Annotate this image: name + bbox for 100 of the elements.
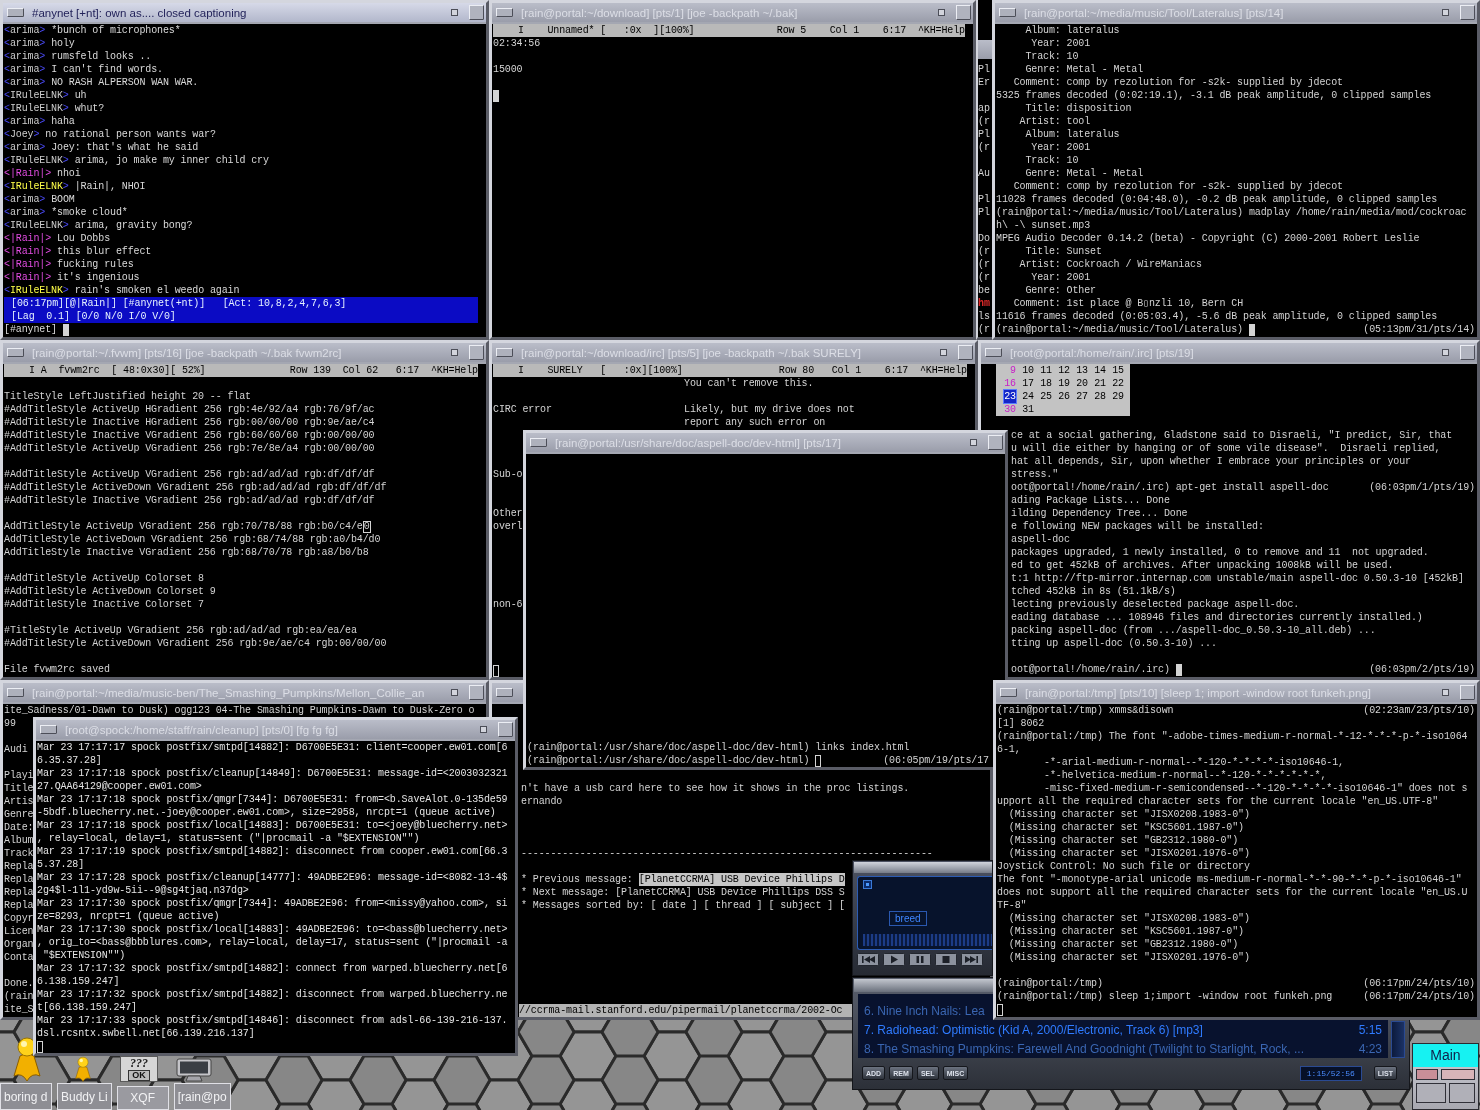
calendar-day[interactable]: 10 — [1022, 364, 1034, 377]
window-menu-icon[interactable] — [530, 438, 547, 447]
calendar-day[interactable]: 24 — [1022, 390, 1034, 403]
playlist-scrollbar[interactable] — [1391, 1021, 1405, 1058]
minimize-icon[interactable] — [940, 349, 947, 356]
terminal-line: #AddTitleStyle ActiveDown Colorset 9 — [4, 585, 216, 598]
message-link[interactable]: [ date ] — [650, 899, 698, 912]
calendar-day[interactable]: 15 — [1112, 364, 1124, 377]
prompt-timestamp: (06:05pm/19/pts/17 — [883, 754, 990, 767]
calendar-day[interactable]: 19 — [1058, 377, 1070, 390]
chat-message: <IRuleELNK> arima, gravity bong? — [4, 219, 193, 232]
calendar-day[interactable]: 11 — [1040, 364, 1052, 377]
indicator-icon — [863, 880, 872, 889]
minimize-icon[interactable] — [1442, 349, 1449, 356]
calendar-day[interactable]: 28 — [1094, 390, 1106, 403]
window-menu-icon[interactable] — [999, 8, 1016, 17]
person-icon[interactable] — [72, 1056, 94, 1082]
desk-thumbnail[interactable] — [1413, 1067, 1478, 1109]
maximize-icon[interactable] — [956, 5, 971, 20]
minimize-icon[interactable] — [451, 9, 458, 16]
window-menu-icon[interactable] — [7, 348, 24, 357]
terminal-line: (r — [978, 323, 990, 336]
terminal-line: The font "-monotype-arial unicode ms-medium-r-normal-*-*-90-*-*-p-*-iso10646-1" — [997, 873, 1462, 886]
calendar-day[interactable]: 26 — [1058, 390, 1070, 403]
message-link[interactable]: [ thread ] — [703, 899, 763, 912]
window-menu-icon[interactable] — [7, 688, 24, 697]
maximize-icon[interactable] — [469, 685, 484, 700]
terminal-line: Mar 23 17:17:30 spock postfix/qmgr[7344]: 49ADBE2E96: from=<missy@yahoo.com>, si — [37, 897, 508, 910]
maximize-icon[interactable] — [1460, 5, 1475, 20]
player-titlebar[interactable] — [854, 862, 992, 873]
previous-icon[interactable] — [857, 953, 879, 966]
maximize-icon[interactable] — [958, 345, 973, 360]
maximize-icon[interactable] — [469, 345, 484, 360]
minimize-icon[interactable] — [451, 349, 458, 356]
status-text: I A fvwm2rc [ 48:0x30][ 52%] — [29, 364, 206, 377]
title-bar[interactable]: #anynet [+nt]: own as.... closed captioning — [3, 3, 486, 22]
chat-message: <arima> holy — [4, 37, 75, 50]
terminal-line: ls — [978, 310, 990, 323]
maximize-icon[interactable] — [988, 435, 1003, 450]
calendar-day[interactable]: 31 — [1022, 403, 1034, 416]
terminal-line: #AddTitleStyle ActiveUp HGradient 256 rgb:4e/92/a4 rgb:76/9f/ac — [4, 403, 375, 416]
window-menu-icon[interactable] — [496, 8, 513, 17]
window-menu-icon[interactable] — [496, 688, 513, 697]
terminal-line: AddTitleStyle ActiveUp VGradient 256 rgb:70/78/88 rgb:b0/c4/e — [4, 520, 363, 533]
track-duration: 5:15 — [1358, 1022, 1382, 1037]
next-icon[interactable] — [961, 953, 983, 966]
calendar-day[interactable]: 29 — [1112, 390, 1124, 403]
monitor-icon[interactable] — [176, 1058, 212, 1082]
chat-message: <|Rain|> it's ingenious — [4, 271, 140, 284]
calendar-day[interactable]: 20 — [1076, 377, 1088, 390]
message-link[interactable]: [ — [839, 899, 845, 912]
window-menu-icon[interactable] — [496, 348, 513, 357]
terminal-line: , orig_to=<bass@bbblures.com>, relay=local, delay=17, status=sent ("|procmail -a — [37, 936, 508, 949]
terminal-line: Sub-o — [493, 468, 523, 481]
terminal-line: (rain@portal:/usr/share/doc/aspell-doc/dev-html) — [527, 754, 810, 767]
maximize-icon[interactable] — [1460, 685, 1475, 700]
terminal-line: Au — [978, 167, 990, 180]
maximize-icon[interactable] — [498, 722, 513, 737]
chat-message: <Joey> no rational person wants war? — [4, 128, 216, 141]
calendar-day[interactable]: 17 — [1022, 377, 1034, 390]
window-menu-icon[interactable] — [40, 725, 57, 734]
terminal-line: (r — [978, 141, 990, 154]
calendar-day[interactable]: 22 — [1112, 377, 1124, 390]
desk-label[interactable]: Main — [1413, 1044, 1478, 1067]
calendar-day[interactable]: 27 — [1076, 390, 1088, 403]
terminal-line: (rain@portal:/tmp) sleep 1;import -window root funkeh.png — [997, 990, 1333, 1003]
message-link[interactable]: [PlanetCCRMA] USB Device Phillips DSS S — [615, 886, 845, 899]
minimize-icon[interactable] — [1442, 9, 1449, 16]
calendar-day[interactable]: 14 — [1094, 364, 1106, 377]
terminal-line: (rain@portal:/usr/share/doc/aspell-doc/dev-html) links index.html — [527, 741, 910, 754]
calendar-day[interactable]: 12 — [1058, 364, 1070, 377]
message-link[interactable]: [ subject ] — [768, 899, 834, 912]
window-menu-icon[interactable] — [985, 348, 1002, 357]
terminal-line: 11616 frames decoded (0:05:03.4), -5.6 dB peak amplitude, 0 clipped samples — [996, 310, 1438, 323]
terminal-line: (Missing character set "GB2312.1980-0") — [1007, 938, 1239, 951]
message-link[interactable]: [PlanetCCRMA] USB Device Phillips D — [638, 873, 845, 886]
terminal-line: Er — [978, 76, 990, 89]
terminal-line: Title — [4, 782, 34, 795]
person-icon[interactable] — [12, 1036, 42, 1082]
window-menu-icon[interactable] — [1000, 688, 1017, 697]
calendar-day[interactable]: 18 — [1040, 377, 1052, 390]
playlist-track[interactable]: 7. Radiohead: Optimistic (Kid A, 2000/Electronic, Track 6) [mp3] — [864, 1022, 1203, 1037]
maximize-icon[interactable] — [1460, 345, 1475, 360]
terminal-line: h\ -\ sunset.mp3 — [996, 219, 1091, 232]
calendar-day[interactable]: 21 — [1094, 377, 1106, 390]
minimize-icon[interactable] — [451, 689, 458, 696]
play-icon[interactable] — [883, 953, 905, 966]
stop-icon[interactable] — [935, 953, 957, 966]
minimize-icon[interactable] — [938, 9, 945, 16]
calendar-day[interactable]: 25 — [1040, 390, 1052, 403]
maximize-icon[interactable] — [469, 5, 484, 20]
minimize-icon[interactable] — [1442, 689, 1449, 696]
calendar-day[interactable]: 13 — [1076, 364, 1088, 377]
window-menu-icon[interactable] — [7, 8, 24, 17]
pause-icon[interactable] — [909, 953, 931, 966]
dialog-icon[interactable]: ??? OK — [120, 1056, 158, 1082]
minimize-icon[interactable] — [970, 439, 977, 446]
minimize-icon[interactable] — [480, 726, 487, 733]
calendar-day[interactable]: 23 — [1004, 390, 1016, 403]
playlist-titlebar[interactable] — [854, 979, 993, 992]
